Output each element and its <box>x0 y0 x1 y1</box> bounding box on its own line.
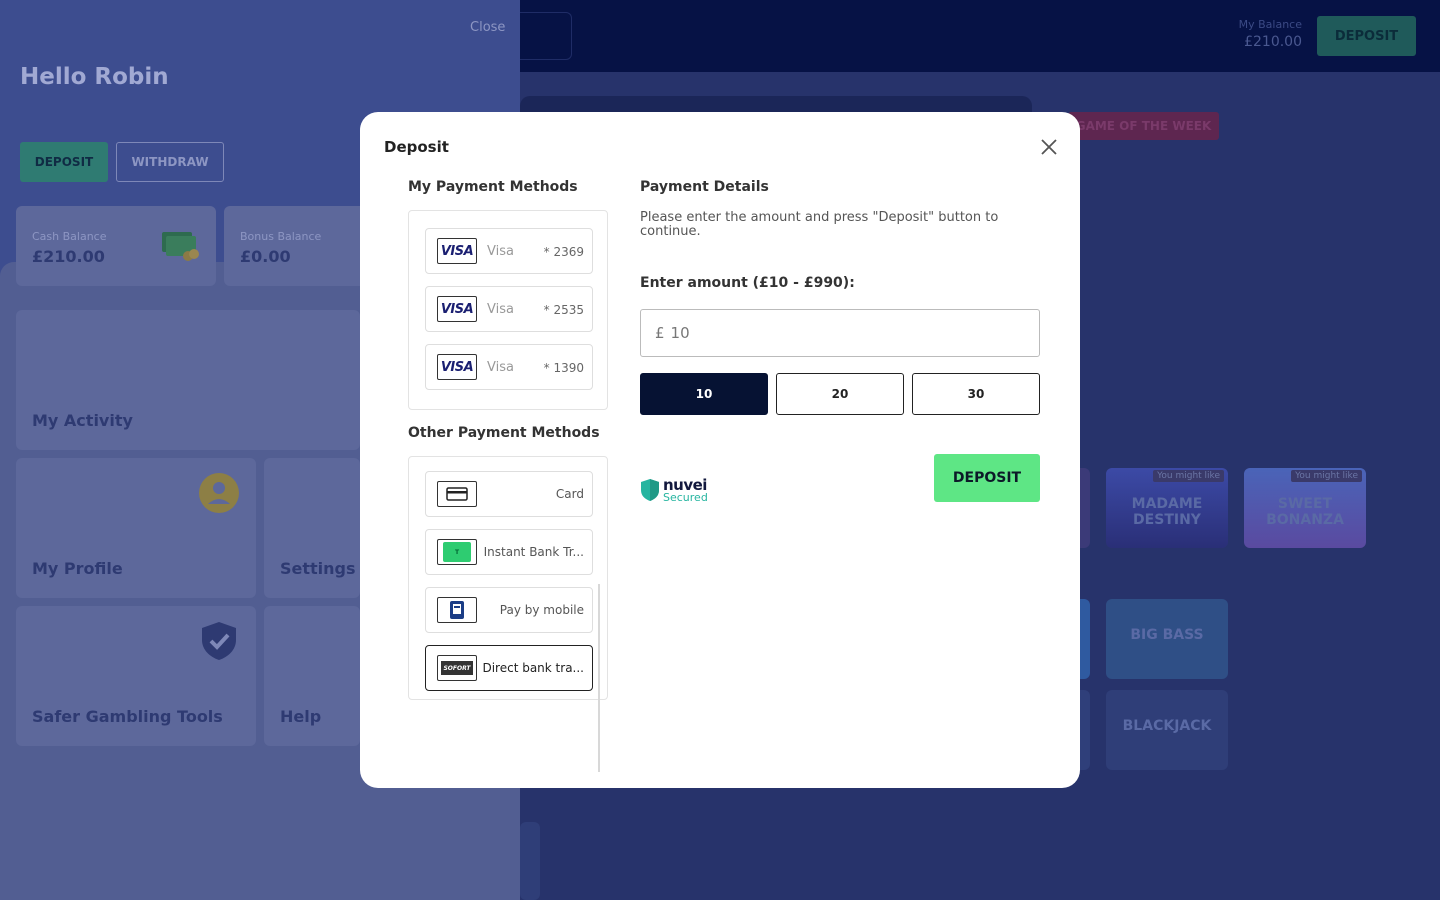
close-icon[interactable] <box>1038 136 1060 158</box>
amount-label: Enter amount (£10 - £990): <box>640 275 855 291</box>
game-tile[interactable]: You might like MADAME DESTINY <box>1106 468 1228 548</box>
menu-safer-gambling[interactable]: Safer Gambling Tools <box>16 606 256 746</box>
visa-logo-icon: VISA <box>437 238 477 264</box>
quick-amount-10[interactable]: 10 <box>640 373 768 415</box>
method-name: Instant Bank Tr... <box>483 545 584 559</box>
quick-amount-30[interactable]: 30 <box>912 373 1040 415</box>
header-deposit-button[interactable]: DEPOSIT <box>1317 16 1416 56</box>
menu-help[interactable]: Help <box>264 606 360 746</box>
mobile-pay-icon <box>437 597 477 623</box>
trustly-icon: T <box>437 539 477 565</box>
menu-my-profile[interactable]: My Profile <box>16 458 256 598</box>
amount-input[interactable]: £ 10 <box>640 309 1040 357</box>
nuvei-secured-logo: nuvei Secured <box>640 476 714 504</box>
tile-label: MADAME DESTINY <box>1131 496 1203 528</box>
quick-amount-20[interactable]: 20 <box>776 373 904 415</box>
secured-text: Secured <box>663 491 708 504</box>
method-last4: * 1390 <box>543 361 584 375</box>
method-direct-bank[interactable]: SOFORT Direct bank tra... <box>425 645 593 691</box>
method-name: Direct bank tra... <box>482 661 584 675</box>
menu-label: My Activity <box>32 411 133 430</box>
deposit-button[interactable]: DEPOSIT <box>934 454 1040 502</box>
panel-close-link[interactable]: Close <box>470 20 505 35</box>
menu-label: Settings <box>280 559 356 578</box>
game-tile[interactable]: You might like SWEET BONANZA <box>1244 468 1366 548</box>
cash-balance-card: Cash Balance £210.00 <box>16 206 216 286</box>
balance-label: My Balance <box>1238 18 1302 31</box>
saved-method-visa[interactable]: VISA Visa * 2369 <box>425 228 593 274</box>
saved-method-visa[interactable]: VISA Visa * 1390 <box>425 344 593 390</box>
visa-logo-icon: VISA <box>437 296 477 322</box>
amount-value: 10 <box>670 324 690 342</box>
panel-withdraw-button[interactable]: WITHDRAW <box>116 142 224 182</box>
balance-value: £210.00 <box>1244 34 1302 50</box>
method-instant-bank[interactable]: T Instant Bank Tr... <box>425 529 593 575</box>
menu-label: Safer Gambling Tools <box>32 707 223 726</box>
game-tile[interactable]: BLACKJACK <box>1106 690 1228 770</box>
my-balance[interactable]: My Balance £210.00 <box>1222 18 1302 58</box>
shield-check-icon <box>202 622 236 660</box>
game-tile[interactable]: BIG BASS <box>1106 599 1228 679</box>
visa-logo-icon: VISA <box>437 354 477 380</box>
method-pay-by-mobile[interactable]: Pay by mobile <box>425 587 593 633</box>
menu-label: Help <box>280 707 322 726</box>
details-description: Please enter the amount and press "Depos… <box>640 210 999 239</box>
menu-my-activity[interactable]: My Activity <box>16 310 360 450</box>
my-methods-title: My Payment Methods <box>408 179 578 195</box>
method-name: Card <box>555 487 584 501</box>
card-icon <box>437 481 477 507</box>
other-methods-title: Other Payment Methods <box>408 425 600 441</box>
method-name: Visa <box>487 244 514 259</box>
cash-icon <box>162 232 199 261</box>
payment-details-title: Payment Details <box>640 179 769 195</box>
saved-methods-list: VISA Visa * 2369 VISA Visa * 2535 VISA V… <box>408 210 608 410</box>
tile-badge: You might like <box>1291 470 1362 482</box>
menu-label: My Profile <box>32 559 123 578</box>
tile-label: BIG BASS <box>1130 627 1204 643</box>
methods-scrollbar[interactable] <box>598 584 600 772</box>
deposit-modal: Deposit My Payment Methods VISA Visa * 2… <box>360 112 1080 788</box>
menu-settings[interactable]: Settings <box>264 458 360 598</box>
panel-deposit-button[interactable]: DEPOSIT <box>20 142 108 182</box>
saved-method-visa[interactable]: VISA Visa * 2535 <box>425 286 593 332</box>
modal-title: Deposit <box>384 138 449 156</box>
method-name: Visa <box>487 302 514 317</box>
method-last4: * 2535 <box>543 303 584 317</box>
tile-label: SWEET BONANZA <box>1266 496 1344 528</box>
method-last4: * 2369 <box>543 245 584 259</box>
method-name: Pay by mobile <box>499 603 584 617</box>
shield-icon <box>641 479 659 501</box>
game-tile[interactable] <box>520 822 540 900</box>
site-search-box[interactable] <box>520 12 572 60</box>
method-name: Visa <box>487 360 514 375</box>
currency-symbol: £ <box>655 324 665 342</box>
other-methods-list: Card T Instant Bank Tr... Pay by mobile … <box>408 456 608 700</box>
tile-badge: You might like <box>1153 470 1224 482</box>
user-icon <box>199 473 239 513</box>
sofort-icon: SOFORT <box>437 655 477 681</box>
greeting: Hello Robin <box>20 64 169 90</box>
method-card[interactable]: Card <box>425 471 593 517</box>
tile-label: BLACKJACK <box>1122 718 1212 734</box>
game-of-week-badge: GAME OF THE WEEK <box>1068 112 1219 140</box>
